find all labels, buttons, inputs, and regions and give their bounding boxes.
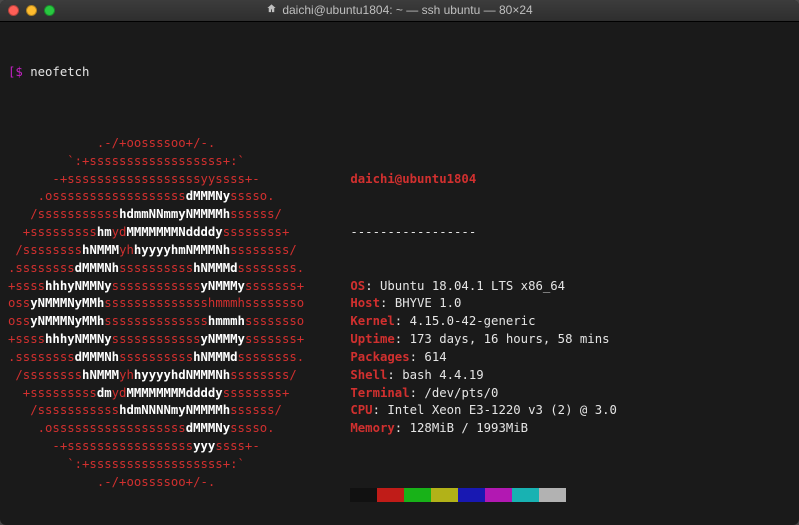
info-row: Memory: 128MiB / 1993MiB bbox=[350, 420, 617, 438]
info-label: CPU bbox=[350, 403, 372, 417]
terminal-body[interactable]: [$ neofetch .-/+oossssoo+/-. `:+ssssssss… bbox=[0, 22, 799, 525]
user-host: daichi@ubuntu1804 bbox=[350, 172, 476, 186]
info-label: Uptime bbox=[350, 332, 394, 346]
info-row: Uptime: 173 days, 16 hours, 58 mins bbox=[350, 331, 617, 349]
info-divider: ----------------- bbox=[350, 225, 476, 239]
close-icon[interactable] bbox=[8, 5, 19, 16]
info-row: Host: BHYVE 1.0 bbox=[350, 295, 617, 313]
info-row: Kernel: 4.15.0-42-generic bbox=[350, 313, 617, 331]
info-label: Kernel bbox=[350, 314, 394, 328]
info-label: Shell bbox=[350, 368, 387, 382]
command-text: neofetch bbox=[30, 64, 89, 82]
ascii-logo: .-/+oossssoo+/-. `:+ssssssssssssssssss+:… bbox=[8, 135, 326, 492]
prompt-line: [$ neofetch bbox=[8, 64, 791, 82]
neofetch-output: .-/+oossssoo+/-. `:+ssssssssssssssssss+:… bbox=[8, 135, 791, 525]
window-controls bbox=[8, 5, 55, 16]
info-row: Terminal: /dev/pts/0 bbox=[350, 385, 617, 403]
window-title-text: daichi@ubuntu1804: ~ — ssh ubuntu — 80×2… bbox=[282, 2, 532, 19]
info-value: 173 days, 16 hours, 58 mins bbox=[410, 332, 610, 346]
color-swatch bbox=[485, 488, 512, 502]
info-value: 4.15.0-42-generic bbox=[410, 314, 536, 328]
color-swatch bbox=[512, 488, 539, 502]
info-label: Terminal bbox=[350, 386, 409, 400]
zoom-icon[interactable] bbox=[44, 5, 55, 16]
titlebar[interactable]: daichi@ubuntu1804: ~ — ssh ubuntu — 80×2… bbox=[0, 0, 799, 22]
color-swatches bbox=[350, 488, 617, 502]
info-row: Packages: 614 bbox=[350, 349, 617, 367]
info-value: 128MiB / 1993MiB bbox=[410, 421, 528, 435]
minimize-icon[interactable] bbox=[26, 5, 37, 16]
info-label: Memory bbox=[350, 421, 394, 435]
info-row: CPU: Intel Xeon E3-1220 v3 (2) @ 3.0 bbox=[350, 402, 617, 420]
info-value: /dev/pts/0 bbox=[424, 386, 498, 400]
info-value: bash 4.4.19 bbox=[402, 368, 483, 382]
info-row: Shell: bash 4.4.19 bbox=[350, 367, 617, 385]
window-title: daichi@ubuntu1804: ~ — ssh ubuntu — 80×2… bbox=[0, 2, 799, 19]
info-value: BHYVE 1.0 bbox=[395, 296, 462, 310]
color-swatch bbox=[404, 488, 431, 502]
info-label: Packages bbox=[350, 350, 409, 364]
system-info: daichi@ubuntu1804 ----------------- OS: … bbox=[350, 135, 617, 525]
color-swatch bbox=[539, 488, 566, 502]
info-label: OS bbox=[350, 279, 365, 293]
info-value: Ubuntu 18.04.1 LTS x86_64 bbox=[380, 279, 565, 293]
info-value: Intel Xeon E3-1220 v3 (2) @ 3.0 bbox=[387, 403, 617, 417]
prompt-symbol: [$ bbox=[8, 64, 23, 82]
color-swatch bbox=[458, 488, 485, 502]
info-row: OS: Ubuntu 18.04.1 LTS x86_64 bbox=[350, 278, 617, 296]
info-label: Host bbox=[350, 296, 380, 310]
color-swatch bbox=[431, 488, 458, 502]
color-swatch bbox=[377, 488, 404, 502]
home-icon bbox=[266, 2, 277, 19]
terminal-window: daichi@ubuntu1804: ~ — ssh ubuntu — 80×2… bbox=[0, 0, 799, 525]
color-swatch bbox=[350, 488, 377, 502]
info-value: 614 bbox=[424, 350, 446, 364]
